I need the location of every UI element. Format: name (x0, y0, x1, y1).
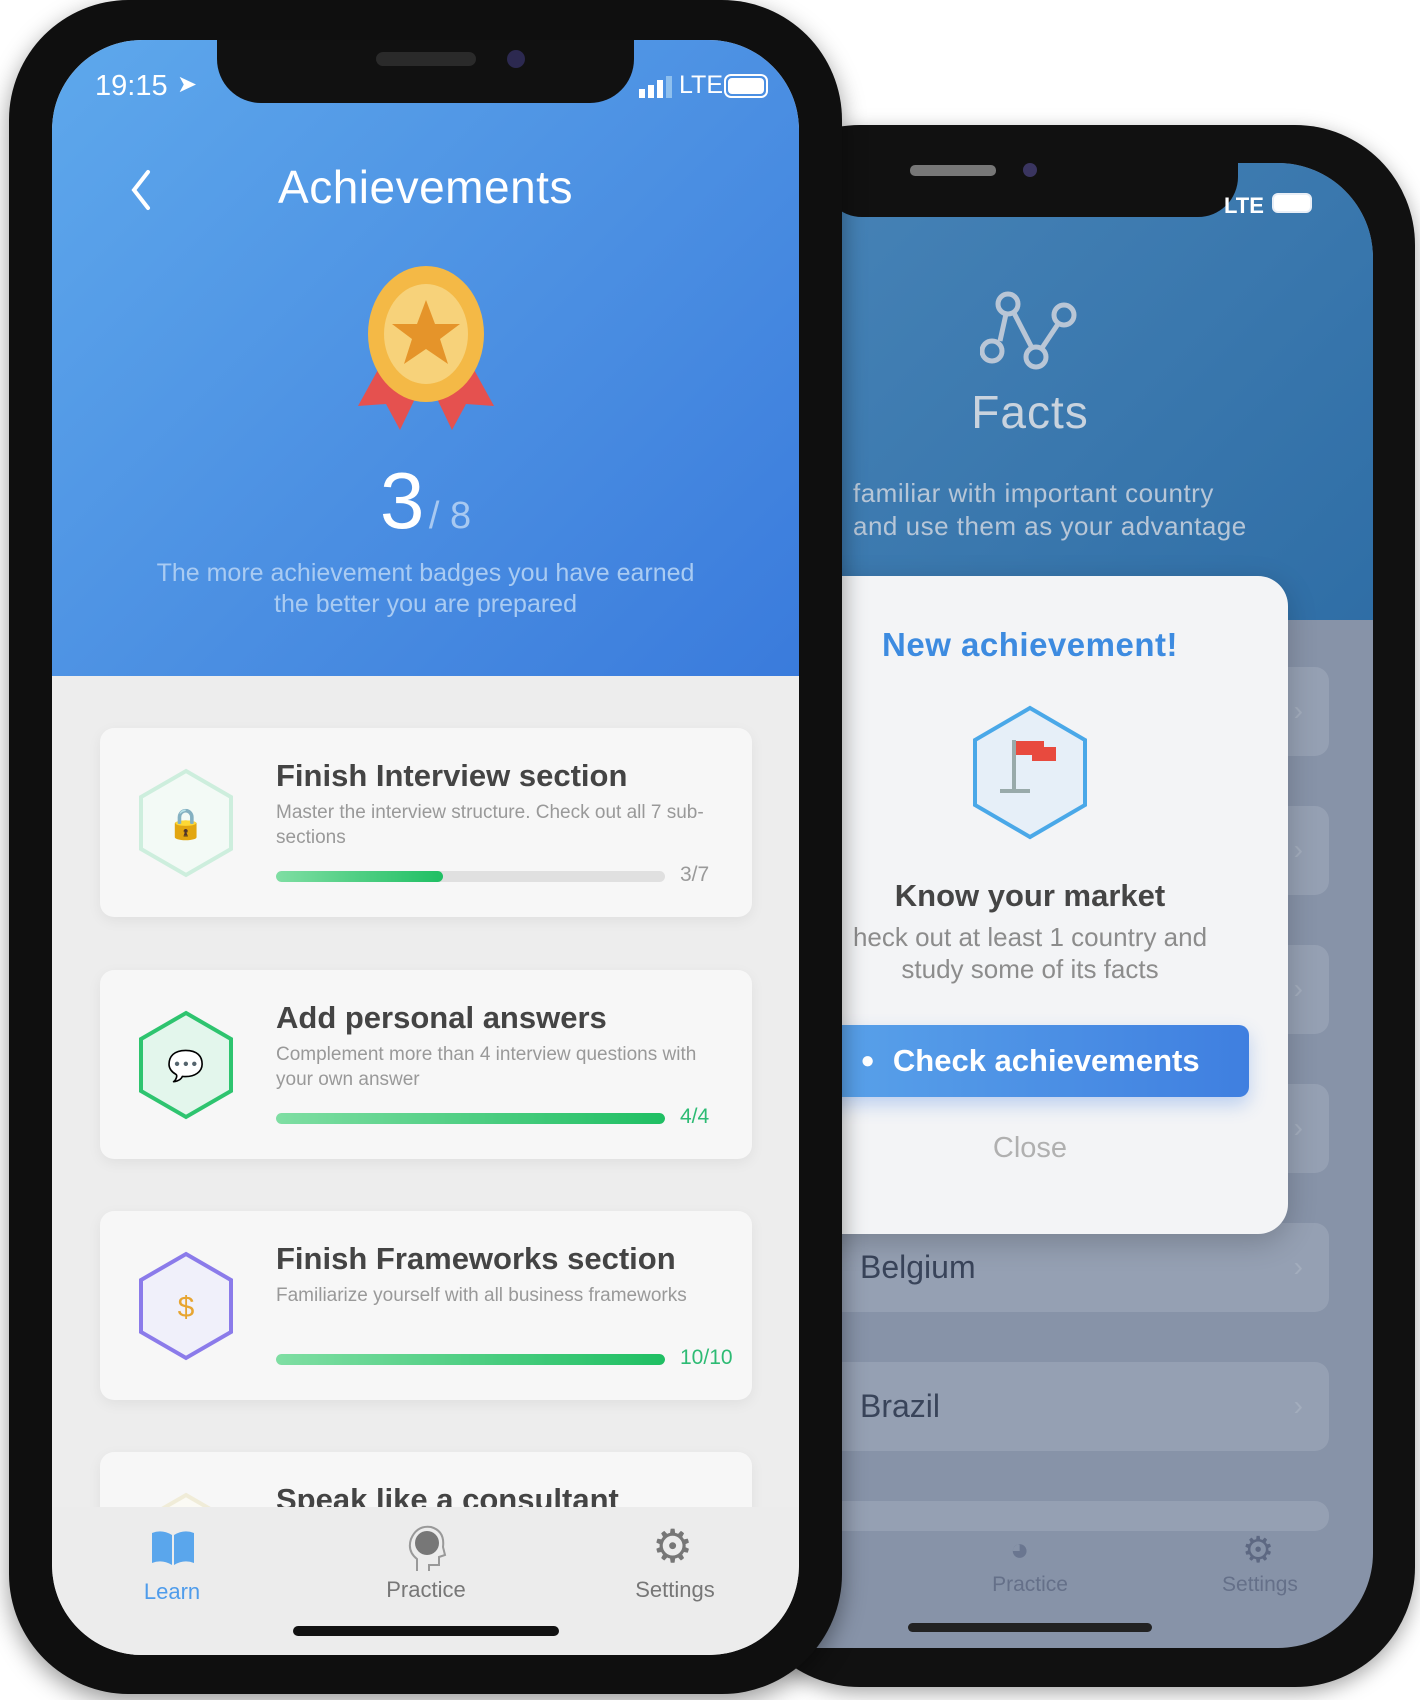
achievement-desc: Complement more than 4 interview questio… (276, 1044, 697, 1090)
front-phone-screen: 19:15 ➤ LTE Achievements 3 / 8 The more … (52, 40, 799, 1655)
status-network: LTE (679, 71, 723, 99)
book-icon (152, 1531, 194, 1565)
head-brain-icon: ◕ (1010, 1531, 1030, 1567)
medal-icon (358, 266, 494, 430)
signal-icon (639, 76, 672, 98)
progress-count: 3/7 (680, 863, 710, 886)
facts-desc-line1: familiar with important country (853, 478, 1214, 508)
country-row[interactable] (760, 1501, 1329, 1531)
tab-settings[interactable]: Settings (575, 1577, 775, 1603)
achievement-count: 3 / 8 (52, 455, 799, 547)
progress-count: 10/10 (680, 1346, 733, 1369)
speaker (376, 52, 476, 66)
achievement-desc: Familiarize yourself with all business f… (276, 1285, 687, 1306)
tab-practice[interactable]: Practice (950, 1573, 1110, 1597)
svg-text:🔒: 🔒 (167, 808, 204, 841)
speaker (910, 165, 996, 176)
country-name: Belgium (860, 1249, 976, 1285)
camera (1023, 163, 1037, 177)
graph-nodes-icon (980, 291, 1077, 370)
svg-text:$: $ (178, 1291, 195, 1324)
country-name: Brazil (860, 1388, 941, 1424)
earned-count: 3 (379, 456, 425, 545)
tab-learn[interactable]: Learn (72, 1579, 272, 1605)
button-label: Check achievements (892, 1043, 1200, 1078)
lightbulb-dollar-icon: $ (139, 1251, 233, 1361)
modal-title: New achievement! (882, 626, 1178, 663)
achievement-card[interactable]: 🔒 Finish Interview section Master the int… (100, 728, 752, 917)
status-network: LTE (1224, 193, 1264, 218)
svg-text:💬: 💬 (167, 1048, 204, 1083)
chat-bubbles-icon: 💬 (139, 1010, 233, 1120)
battery-icon (1272, 193, 1312, 213)
subtitle-line1: The more achievement badges you have ear… (156, 559, 695, 587)
achievement-title: Add personal answers (276, 1000, 607, 1035)
gear-icon: ⚙ (652, 1520, 694, 1572)
achievement-card[interactable]: $ Finish Frameworks section Familiarize y… (100, 1211, 752, 1400)
achievement-name: Know your market (894, 878, 1166, 913)
lock-icon: 🔒 (139, 768, 233, 878)
progress-bar (276, 1113, 665, 1124)
country-row-brazil[interactable]: Brazil › (760, 1362, 1329, 1451)
head-brain-icon (408, 1525, 447, 1571)
notch (217, 40, 634, 103)
progress-bar (276, 1354, 665, 1365)
progress-bar (276, 871, 665, 882)
subtitle-line2: the better you are prepared (274, 590, 577, 618)
tab-settings[interactable]: Settings (1180, 1573, 1340, 1597)
home-indicator (908, 1623, 1152, 1632)
new-achievement-modal: New achievement! Know your market heck o… (772, 576, 1288, 1234)
tab-practice[interactable]: Practice (326, 1577, 526, 1603)
status-time: 19:15 (95, 70, 168, 102)
progress-fill (276, 1113, 665, 1124)
check-achievements-button[interactable]: ● Check achievements (811, 1025, 1249, 1097)
page-title: Achievements (278, 161, 573, 213)
chevron-right-icon: › (1293, 1390, 1303, 1421)
flag-hexagon-icon (973, 705, 1087, 840)
gear-icon: ⚙ (1242, 1529, 1275, 1570)
achievement-title: Finish Frameworks section (276, 1241, 676, 1276)
battery-icon (724, 74, 768, 98)
progress-count: 4/4 (680, 1105, 710, 1128)
total-count: / 8 (428, 495, 472, 537)
close-button[interactable]: Close (772, 1132, 1288, 1165)
achievement-desc: Master the interview structure. Check ou… (276, 802, 704, 848)
chevron-right-icon: › (1293, 1251, 1303, 1282)
award-icon: ● (860, 1047, 875, 1074)
achievement-card[interactable]: 💬 Add personal answers Complement more th… (100, 970, 752, 1159)
camera (507, 50, 525, 68)
progress-fill (276, 1354, 665, 1365)
location-arrow-icon: ➤ (177, 71, 198, 98)
achievement-title: Finish Interview section (276, 758, 628, 793)
home-indicator (293, 1626, 559, 1636)
country-row-belgium[interactable]: Belgium › (760, 1223, 1329, 1312)
facts-desc-line2: and use them as your advantage (853, 511, 1247, 541)
header-subtitle: The more achievement badges you have ear… (92, 558, 759, 620)
progress-fill (276, 871, 443, 882)
